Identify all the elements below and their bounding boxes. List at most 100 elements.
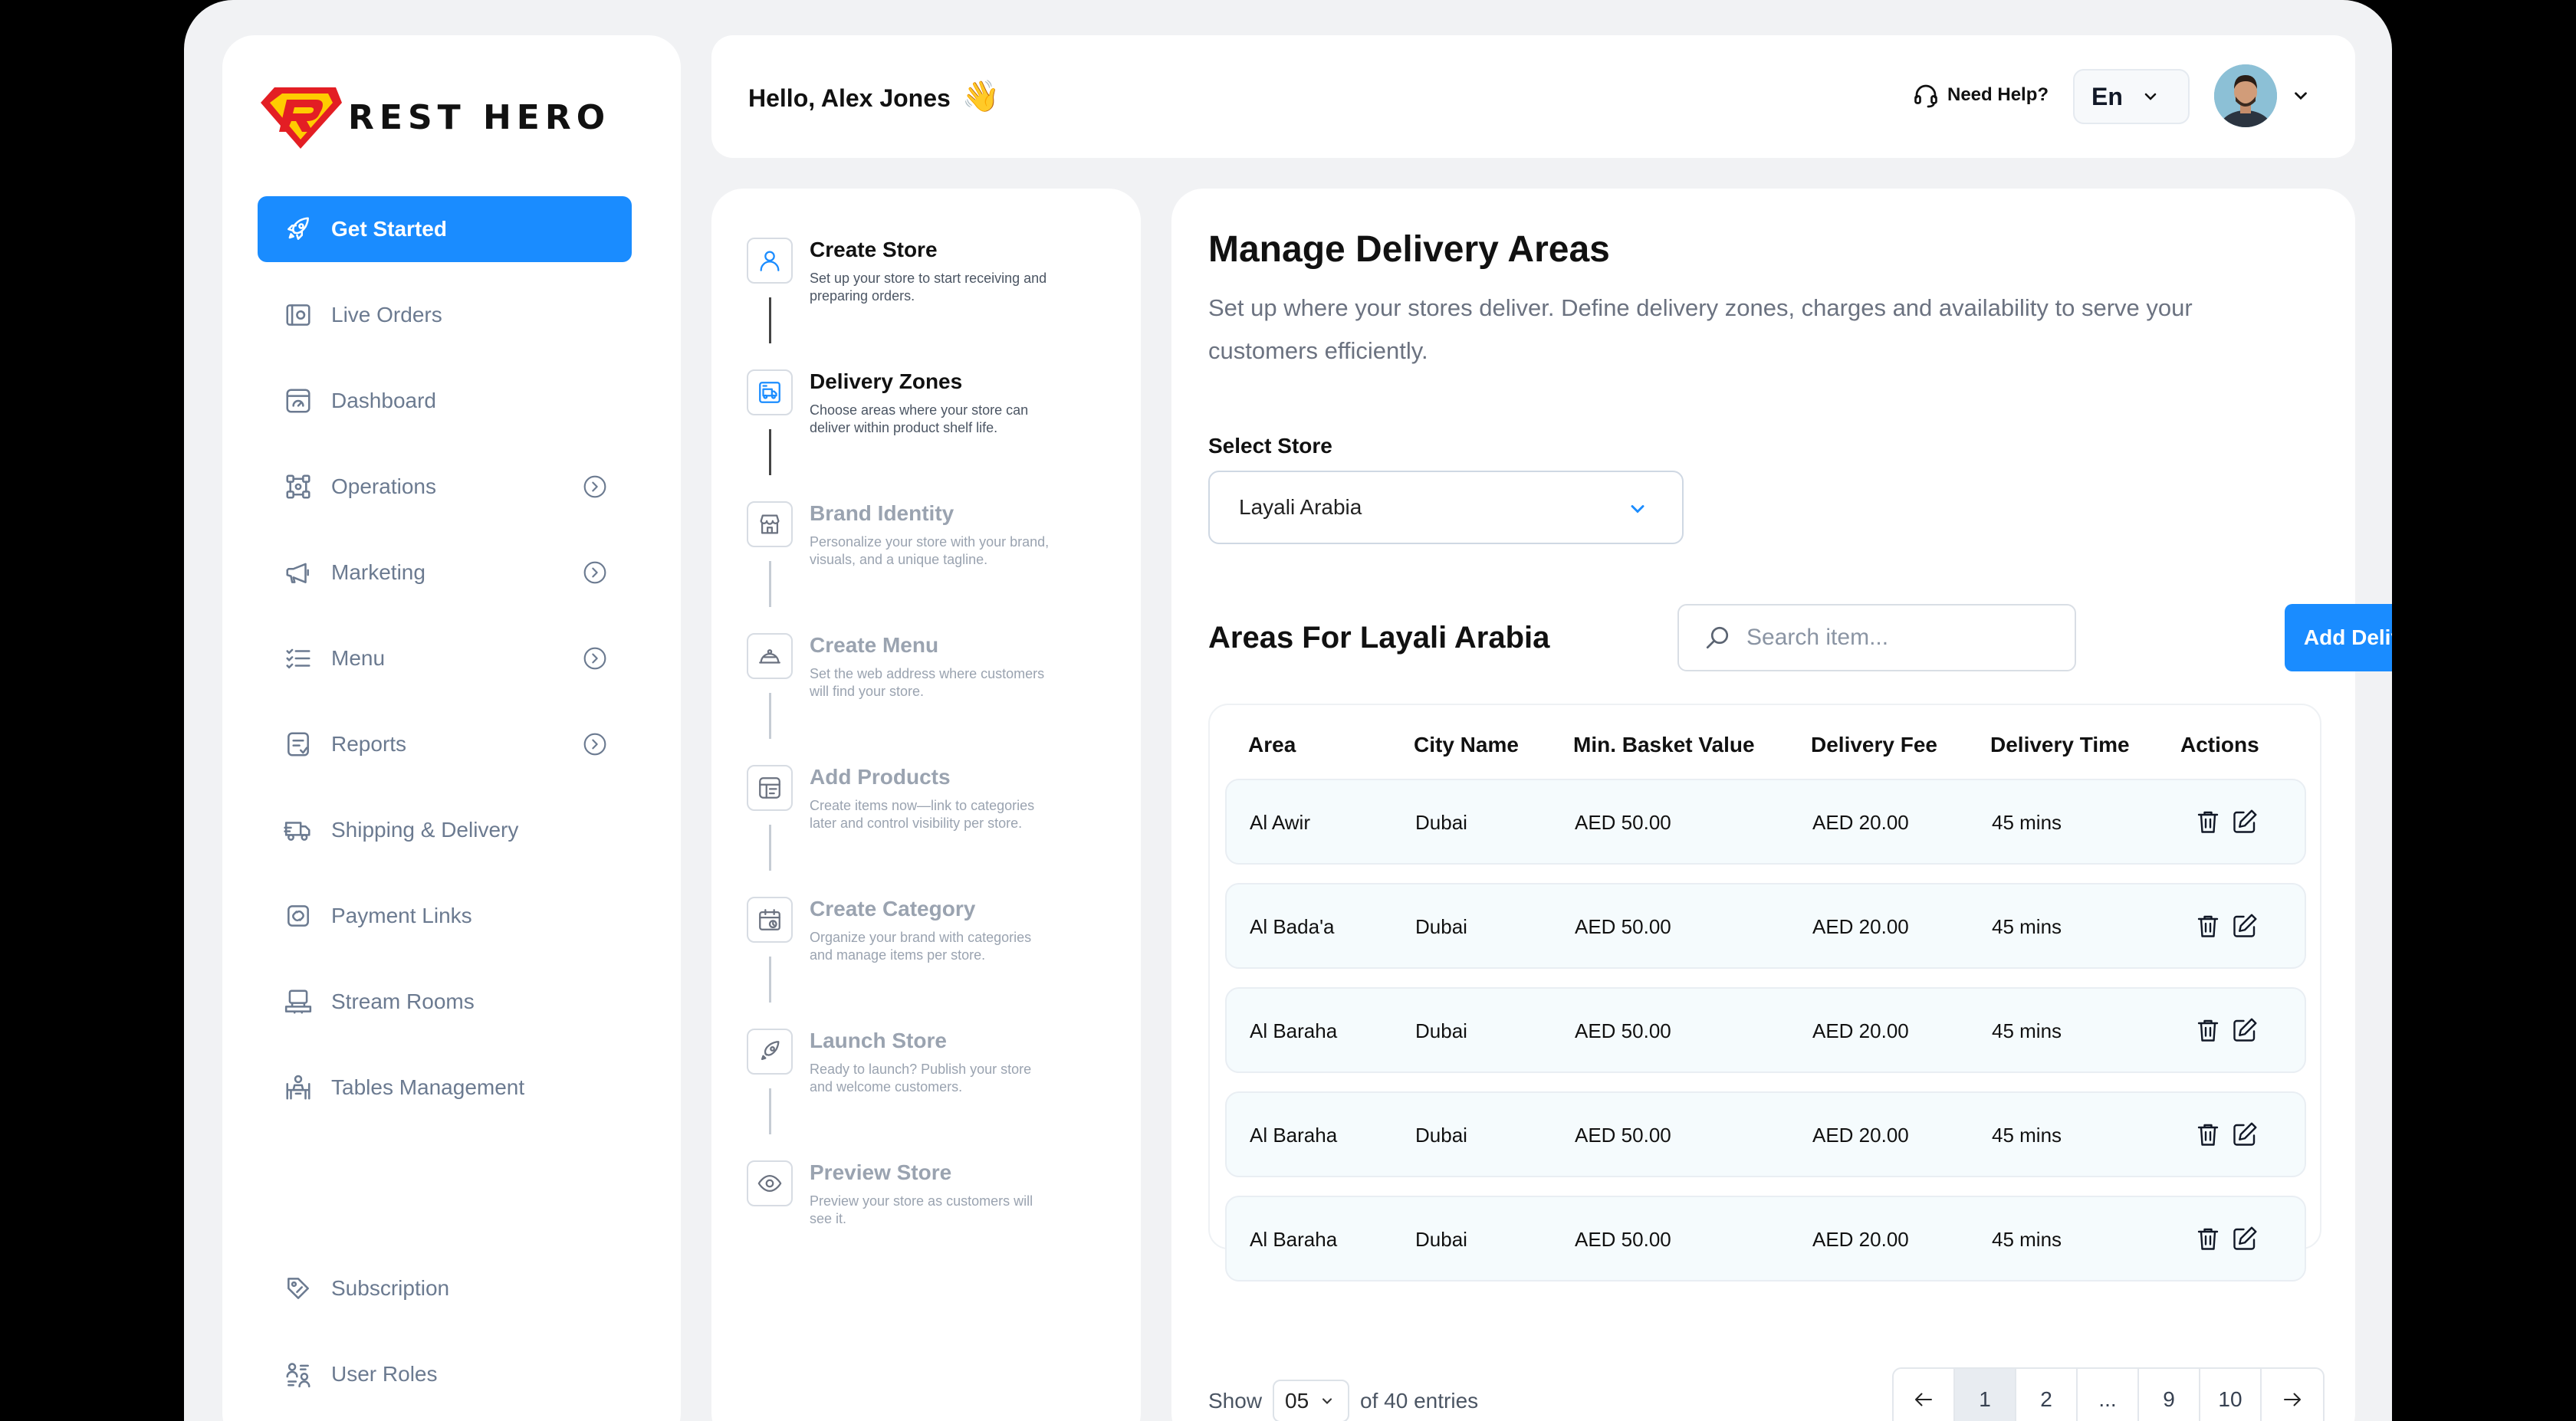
add-delivery-area-button[interactable]: Add Delivery Area — [2285, 604, 2392, 671]
trash-icon[interactable] — [2194, 912, 2222, 940]
step-title: Add Products — [810, 765, 951, 789]
select-store-label: Select Store — [1208, 434, 1332, 458]
headset-icon — [1914, 84, 1937, 108]
sidebar-item-operations[interactable]: Operations — [258, 454, 632, 520]
areas-title: Areas For Layali Arabia — [1208, 621, 1550, 655]
chevron-down-icon — [1322, 1398, 1332, 1404]
payment-link-icon — [288, 905, 309, 927]
sidebar-item-user-roles[interactable]: User Roles — [258, 1341, 632, 1407]
table-cell: Dubai — [1415, 1228, 1467, 1251]
step-connector — [769, 429, 771, 475]
step-title: Delivery Zones — [810, 369, 963, 393]
sidebar-item-dashboard[interactable]: Dashboard — [258, 368, 632, 434]
sidebar-item-label: User Roles — [331, 1362, 438, 1386]
table-cell: Dubai — [1415, 1124, 1467, 1147]
table-cell: Dubai — [1415, 915, 1467, 938]
sidebar-item-shipping-delivery[interactable]: Shipping & Delivery — [258, 797, 632, 863]
profile-chevron-down-icon[interactable] — [2291, 86, 2311, 106]
store-select[interactable]: Layali Arabia — [1208, 471, 1684, 544]
column-header: Delivery Fee — [1811, 733, 1937, 756]
sidebar-item-label: Payment Links — [331, 904, 472, 927]
sidebar-item-payment-links[interactable]: Payment Links — [258, 883, 632, 949]
table-row[interactable]: Al Baraha Dubai AED 50.00 AED 20.00 45 mins — [1225, 1091, 2306, 1177]
table-row[interactable]: Al Awir Dubai AED 50.00 AED 20.00 45 mins — [1225, 779, 2306, 865]
page-size-value: 05 — [1285, 1389, 1309, 1413]
storefront-icon — [760, 514, 780, 534]
table-cell: AED 50.00 — [1575, 1228, 1671, 1251]
table-row[interactable]: Al Baraha Dubai AED 50.00 AED 20.00 45 mins — [1225, 987, 2306, 1073]
table-row[interactable]: Al Baraha Dubai AED 50.00 AED 20.00 45 mins — [1225, 1196, 2306, 1282]
search-input[interactable] — [1746, 625, 2053, 651]
page-2-button[interactable]: 2 — [2016, 1369, 2078, 1421]
step-title: Create Store — [810, 238, 938, 261]
entries-count: of 40 entries — [1360, 1389, 1479, 1413]
table-cell: Al Baraha — [1250, 1124, 1338, 1147]
step-connector — [769, 297, 771, 343]
search-icon — [1706, 626, 1729, 649]
table-cell: Dubai — [1415, 811, 1467, 834]
setup-stepper: Create Store Set up your store to start … — [711, 189, 1141, 1421]
table-cell: AED 50.00 — [1575, 1124, 1671, 1147]
page-9-button[interactable]: 9 — [2139, 1369, 2200, 1421]
trash-icon[interactable] — [2194, 1225, 2222, 1252]
user-avatar-icon — [2214, 64, 2277, 127]
need-help-button[interactable]: Need Help? — [1912, 81, 2049, 109]
edit-icon[interactable] — [2231, 1121, 2259, 1148]
rest-hero-logo-icon — [261, 87, 342, 149]
launch-icon — [761, 1041, 780, 1061]
edit-icon[interactable] — [2231, 1225, 2259, 1252]
language-select[interactable]: En — [2073, 69, 2190, 124]
prev-page-button[interactable] — [1894, 1369, 1955, 1421]
page-1-button[interactable]: 1 — [1955, 1369, 2016, 1421]
page-10-button[interactable]: 10 — [2200, 1369, 2262, 1421]
trash-icon[interactable] — [2194, 1016, 2222, 1044]
top-header: Hello, Alex Jones 👋 Need Help? En — [711, 35, 2355, 158]
step-description: Set the web address where customers will… — [810, 666, 1045, 699]
chevron-circle-icon — [583, 561, 606, 584]
step-icon-box — [747, 369, 793, 415]
step-icon-box — [747, 1029, 793, 1075]
sidebar-item-marketing[interactable]: Marketing — [258, 540, 632, 605]
sidebar-item-subscription[interactable]: Subscription — [258, 1255, 632, 1321]
trash-icon[interactable] — [2194, 808, 2222, 835]
step-description: Set up your store to start receiving and… — [810, 271, 1047, 304]
step-icon-box — [747, 765, 793, 811]
sidebar-item-stream-rooms[interactable]: Stream Rooms — [258, 969, 632, 1035]
page-title: Manage Delivery Areas — [1208, 229, 1610, 270]
page-size-control: Show 05 of 40 entries — [1208, 1380, 1478, 1421]
delivery-zone-icon — [759, 382, 780, 403]
page-description: Set up where your stores deliver. Define… — [1208, 294, 2193, 364]
products-icon — [759, 777, 780, 799]
sidebar-item-label: Stream Rooms — [331, 989, 475, 1013]
edit-icon[interactable] — [2231, 1016, 2259, 1044]
avatar[interactable] — [2214, 64, 2277, 127]
edit-icon[interactable] — [2231, 808, 2259, 835]
table-row[interactable]: Al Bada'a Dubai AED 50.00 AED 20.00 45 mins — [1225, 883, 2306, 969]
edit-icon[interactable] — [2231, 912, 2259, 940]
delivery-areas-table: Area City Name Min. Basket Value Delivery F… — [1208, 704, 2321, 1282]
arrow-left-icon — [1915, 1393, 1932, 1406]
category-icon — [759, 909, 780, 930]
user-roles-icon — [286, 1363, 310, 1388]
step-icon-box — [747, 1160, 793, 1206]
step-connector — [769, 693, 771, 739]
eye-icon — [757, 1174, 782, 1193]
search-box — [1677, 604, 2076, 671]
brand-logo[interactable]: REST HERO — [259, 84, 610, 150]
page-size-select[interactable]: 05 — [1273, 1380, 1350, 1421]
sidebar-item-reports[interactable]: Reports — [258, 711, 632, 777]
table-cell: Al Awir — [1250, 811, 1310, 834]
sidebar-item-label: Marketing — [331, 560, 426, 584]
step-description: Personalize your store with your brand, … — [810, 534, 1050, 567]
next-page-button[interactable] — [2262, 1369, 2323, 1421]
trash-icon[interactable] — [2194, 1121, 2222, 1148]
app-frame: REST HERO Get Started Live Orders Dashbo… — [184, 0, 2392, 1421]
sidebar-item-get-started[interactable]: Get Started — [258, 196, 632, 262]
table-cell: AED 50.00 — [1575, 915, 1671, 938]
sidebar-item-label: Live Orders — [331, 303, 442, 327]
sidebar-item-menu[interactable]: Menu — [258, 625, 632, 691]
sidebar-item-tables-management[interactable]: Tables Management — [258, 1055, 632, 1121]
sidebar-item-live-orders[interactable]: Live Orders — [258, 282, 632, 348]
column-header: Actions — [2180, 733, 2259, 756]
reports-icon — [288, 732, 309, 756]
